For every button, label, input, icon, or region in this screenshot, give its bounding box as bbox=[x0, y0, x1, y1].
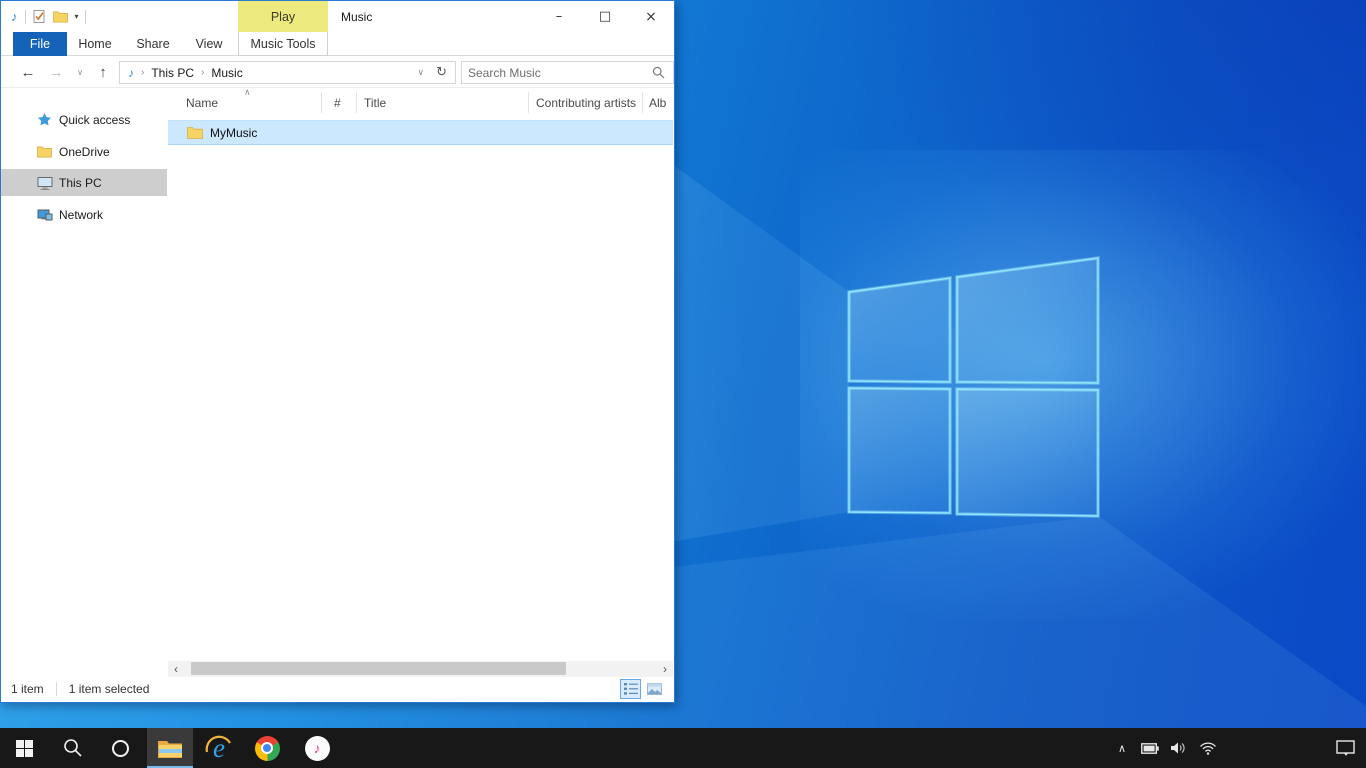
search-box[interactable] bbox=[461, 61, 674, 84]
ribbon-tab-row: File Home Share View Music Tools ∨ ? bbox=[1, 32, 674, 56]
cortana-icon[interactable] bbox=[100, 728, 140, 768]
navigation-bar: ← → ∨ ↑ ♪ › This PC › Music ∨ ↻ bbox=[1, 57, 674, 88]
selection-count: 1 item selected bbox=[69, 682, 150, 696]
address-bar[interactable]: ♪ › This PC › Music ∨ ↻ bbox=[119, 61, 456, 84]
sidebar-item-quick-access[interactable]: Quick access bbox=[1, 106, 167, 133]
large-icons-view-button[interactable] bbox=[644, 679, 665, 699]
column-divider[interactable] bbox=[356, 92, 357, 113]
action-center-icon[interactable] bbox=[1324, 728, 1366, 768]
column-divider[interactable] bbox=[321, 92, 322, 113]
itunes-logo: ♪ bbox=[305, 736, 330, 761]
properties-icon[interactable] bbox=[33, 9, 46, 24]
file-row-mymusic[interactable]: MyMusic bbox=[168, 120, 673, 145]
search-icon[interactable] bbox=[644, 66, 673, 79]
up-button[interactable]: ↑ bbox=[91, 57, 115, 88]
sidebar-item-network[interactable]: Network bbox=[1, 201, 167, 228]
sidebar-item-label: Quick access bbox=[59, 113, 130, 127]
column-header-track[interactable]: # bbox=[334, 88, 341, 117]
refresh-icon[interactable]: ↻ bbox=[432, 65, 455, 80]
tab-share[interactable]: Share bbox=[125, 32, 181, 56]
battery-icon[interactable] bbox=[1136, 728, 1164, 768]
details-view-button[interactable] bbox=[620, 679, 641, 699]
folder-icon bbox=[187, 126, 203, 139]
itunes-icon[interactable]: ♪ bbox=[295, 728, 339, 768]
taskbar-file-explorer-icon[interactable] bbox=[147, 728, 193, 768]
window-music-icon: ♪ bbox=[11, 10, 18, 23]
status-bar: 1 item 1 item selected bbox=[1, 677, 673, 701]
sidebar-item-label: This PC bbox=[59, 176, 102, 190]
separator bbox=[25, 10, 26, 24]
breadcrumb-music[interactable]: Music bbox=[211, 66, 242, 80]
column-header-album[interactable]: Alb bbox=[649, 88, 666, 117]
volume-icon[interactable] bbox=[1164, 728, 1192, 768]
column-header-contributing-artists[interactable]: Contributing artists bbox=[536, 88, 636, 117]
sidebar-item-this-pc[interactable]: This PC bbox=[1, 169, 167, 196]
file-name: MyMusic bbox=[210, 126, 257, 140]
customize-qat-dropdown-icon[interactable]: ▾ bbox=[75, 12, 78, 21]
taskbar: e ♪ ∧ bbox=[0, 728, 1366, 768]
onedrive-folder-icon bbox=[37, 145, 53, 158]
tab-view[interactable]: View bbox=[183, 32, 235, 56]
recent-locations-dropdown-icon[interactable]: ∨ bbox=[71, 57, 89, 88]
windows-logo bbox=[840, 250, 1110, 530]
system-tray: ∧ bbox=[1108, 728, 1366, 768]
scroll-left-icon[interactable]: ‹ bbox=[168, 661, 184, 677]
quick-access-star-icon bbox=[37, 112, 53, 127]
breadcrumb-chevron-icon[interactable]: › bbox=[141, 67, 144, 78]
minimize-button[interactable]: – bbox=[536, 1, 582, 32]
start-button[interactable] bbox=[4, 728, 44, 768]
internet-explorer-icon[interactable]: e bbox=[197, 728, 241, 768]
back-button[interactable]: ← bbox=[15, 57, 41, 88]
column-headers: ∧ Name # Title Contributing artists Alb bbox=[168, 88, 673, 117]
item-count: 1 item bbox=[11, 682, 44, 696]
chrome-icon[interactable] bbox=[245, 728, 289, 768]
close-button[interactable]: × bbox=[628, 1, 674, 32]
tab-home[interactable]: Home bbox=[67, 32, 123, 56]
window-title: Music bbox=[341, 1, 372, 32]
breadcrumb-this-pc[interactable]: This PC bbox=[151, 66, 194, 80]
column-header-name[interactable]: Name bbox=[186, 88, 218, 117]
tab-play[interactable]: Play bbox=[238, 1, 328, 32]
tab-file[interactable]: File bbox=[13, 32, 67, 56]
tray-expand-chevron-icon[interactable]: ∧ bbox=[1108, 728, 1136, 768]
location-music-icon: ♪ bbox=[128, 66, 134, 80]
breadcrumb-chevron-icon[interactable]: › bbox=[201, 67, 204, 78]
separator bbox=[56, 682, 57, 696]
address-dropdown-icon[interactable]: ∨ bbox=[410, 67, 433, 78]
scroll-right-icon[interactable]: › bbox=[657, 661, 673, 677]
horizontal-scrollbar[interactable]: ‹ › bbox=[168, 661, 673, 677]
taskbar-search-icon[interactable] bbox=[53, 728, 93, 768]
column-header-title[interactable]: Title bbox=[364, 88, 386, 117]
navigation-pane: Quick access OneDrive This PC Network bbox=[1, 88, 167, 661]
file-list: ∧ Name # Title Contributing artists Alb … bbox=[168, 88, 673, 661]
new-folder-icon[interactable] bbox=[53, 10, 68, 23]
tab-music-tools[interactable]: Music Tools bbox=[238, 32, 328, 56]
separator bbox=[85, 10, 86, 24]
title-bar[interactable]: ♪ ▾ Play Music – □ × bbox=[1, 1, 674, 32]
sidebar-item-label: OneDrive bbox=[59, 145, 110, 159]
network-wifi-icon[interactable] bbox=[1192, 728, 1224, 768]
window-controls: – □ × bbox=[536, 1, 674, 32]
scrollbar-thumb[interactable] bbox=[191, 662, 566, 675]
quick-access-toolbar: ♪ ▾ bbox=[11, 1, 86, 32]
sidebar-item-label: Network bbox=[59, 208, 103, 222]
column-divider[interactable] bbox=[528, 92, 529, 113]
sort-ascending-icon: ∧ bbox=[244, 88, 251, 98]
this-pc-monitor-icon bbox=[37, 176, 53, 190]
forward-button[interactable]: → bbox=[43, 57, 69, 88]
search-input[interactable] bbox=[462, 66, 644, 80]
network-icon bbox=[37, 208, 53, 222]
column-divider[interactable] bbox=[642, 92, 643, 113]
chrome-logo bbox=[255, 736, 280, 761]
maximize-button[interactable]: □ bbox=[582, 1, 628, 32]
sidebar-item-onedrive[interactable]: OneDrive bbox=[1, 138, 167, 165]
ie-letter-glyph: e bbox=[213, 735, 225, 762]
file-explorer-window: ♪ ▾ Play Music – □ × File Home Share Vie… bbox=[0, 0, 675, 703]
